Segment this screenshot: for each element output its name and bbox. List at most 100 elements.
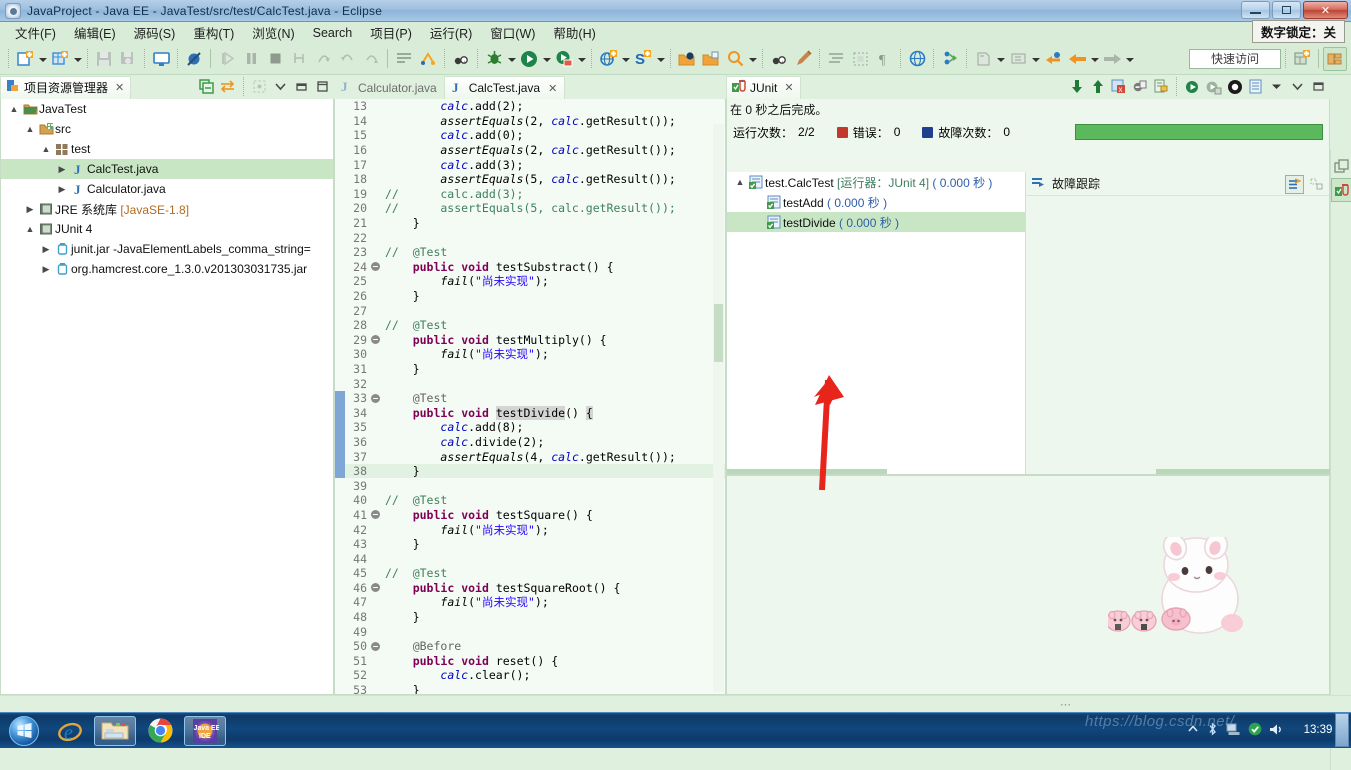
forward-dropdown-icon[interactable] (1124, 48, 1135, 70)
tree-item-src[interactable]: ▲ src (1, 119, 333, 139)
tab-project-explorer[interactable]: 项目资源管理器 ✕ (0, 75, 132, 99)
rerun-test-icon[interactable] (1183, 77, 1202, 96)
web-browser-icon[interactable] (905, 47, 929, 71)
previous-dropdown-icon[interactable] (995, 48, 1006, 70)
code-line[interactable]: 25 fail("尚未实现"); (335, 274, 725, 289)
code-line[interactable]: 45 // @Test (335, 566, 725, 581)
minimize-icon[interactable] (1309, 77, 1328, 96)
code-line[interactable]: 42 fail("尚未实现"); (335, 522, 725, 537)
run-coverage-icon[interactable] (552, 47, 576, 71)
view-menu-icon[interactable] (271, 77, 290, 96)
close-icon[interactable]: ✕ (784, 81, 793, 94)
code-line[interactable]: 48 } (335, 610, 725, 625)
close-icon[interactable]: ✕ (548, 82, 557, 95)
show-ignored-icon[interactable] (1130, 77, 1149, 96)
menu-search[interactable]: Search (304, 24, 362, 42)
fold-collapse-icon[interactable] (369, 393, 381, 403)
new-dropdown-icon[interactable] (37, 48, 48, 70)
tab-calctest-java[interactable]: J CalcTest.java ✕ (443, 76, 566, 99)
collapse-twisty-icon[interactable]: ▲ (7, 104, 21, 114)
view-menu-icon[interactable] (1288, 77, 1307, 96)
tree-item-calctest-java[interactable]: ▶ J CalcTest.java (1, 159, 333, 179)
code-line[interactable]: 38 } (335, 463, 725, 479)
code-line[interactable]: 26 } (335, 289, 725, 304)
close-button[interactable]: ✕ (1303, 1, 1348, 19)
menu-navigate[interactable]: 浏览(N) (243, 21, 303, 44)
search-dropdown-icon[interactable] (747, 48, 758, 70)
collapse-twisty-icon[interactable]: ▲ (39, 144, 53, 154)
show-failures-only-icon[interactable]: x (1109, 77, 1128, 96)
open-type-icon[interactable] (675, 47, 699, 71)
minimize-icon[interactable] (292, 77, 311, 96)
edit-icon[interactable] (791, 47, 815, 71)
open-perspective-icon[interactable] (938, 47, 962, 71)
code-line[interactable]: 22 (335, 230, 725, 245)
menu-refactor[interactable]: 重构(T) (184, 21, 243, 44)
link-with-editor-icon[interactable] (218, 77, 237, 96)
compare-result-icon[interactable] (1307, 175, 1326, 194)
collapse-twisty-icon[interactable]: ▲ (23, 124, 37, 134)
tree-item-calculator-java[interactable]: ▶ J Calculator.java (1, 179, 333, 199)
fold-collapse-icon[interactable] (369, 335, 381, 345)
new-server-dropdown-icon[interactable] (655, 48, 666, 70)
start-button[interactable] (2, 715, 46, 747)
menu-source[interactable]: 源码(S) (125, 21, 185, 44)
code-line[interactable]: 21 } (335, 216, 725, 231)
show-desktop-button[interactable] (1335, 713, 1349, 747)
next-failure-icon[interactable] (1067, 77, 1086, 96)
code-line[interactable]: 15 calc.add(0); (335, 128, 725, 143)
previous-failure-icon[interactable] (1088, 77, 1107, 96)
menu-project[interactable]: 项目(P) (361, 21, 421, 44)
taskbar-ie[interactable]: e (49, 716, 91, 746)
code-line[interactable]: 18 assertEquals(5, calc.getResult()); (335, 172, 725, 187)
open-task-icon[interactable] (699, 47, 723, 71)
code-line[interactable]: 16 assertEquals(2, calc.getResult()); (335, 143, 725, 158)
rerun-failed-icon[interactable] (1204, 77, 1223, 96)
junit-tree-hscrollbar[interactable] (727, 469, 887, 474)
tree-item-org-hamcrest-core-1-3-0-v201303031735-jar[interactable]: ▶ org.hamcrest.core_1.3.0.v201303031735.j… (1, 259, 333, 279)
fold-collapse-icon[interactable] (369, 583, 381, 593)
source-editor[interactable]: 13 calc.add(2); 14 assertEquals(2, calc.g… (334, 99, 726, 695)
debug-dropdown-icon[interactable] (506, 48, 517, 70)
code-line[interactable]: 47 fail("尚未实现"); (335, 595, 725, 610)
history-dropdown-icon[interactable] (1267, 77, 1286, 96)
open-console-icon[interactable] (149, 47, 173, 71)
code-line[interactable]: 44 (335, 551, 725, 566)
fold-collapse-icon[interactable] (369, 641, 381, 651)
quick-access-field[interactable]: 快速访问 (1189, 48, 1281, 69)
menu-window[interactable]: 窗口(W) (481, 21, 544, 44)
debug-last-icon[interactable] (767, 47, 791, 71)
project-tree[interactable]: ▲ JavaTest ▲ src ▲ test ▶ J CalcTest.java ▶ J Calcu… (0, 99, 334, 695)
code-line[interactable]: 53 } (335, 683, 725, 694)
junit-tree-item[interactable]: testDivide ( 0.000 秒 ) (727, 212, 1025, 232)
collapse-twisty-icon[interactable]: ▲ (733, 177, 747, 187)
editor-vertical-scrollbar[interactable] (713, 124, 724, 692)
code-line[interactable]: 50 @Before (335, 639, 725, 654)
expand-twisty-icon[interactable]: ▶ (39, 264, 53, 275)
expand-twisty-icon[interactable]: ▶ (55, 184, 69, 195)
junit-test-tree[interactable]: ▲ test.CalcTest [运行器：JUnit 4] ( 0.000 秒 )… (727, 172, 1026, 474)
code-line[interactable]: 40 // @Test (335, 493, 725, 508)
back-dropdown-icon[interactable] (1089, 48, 1100, 70)
back-arrow-icon[interactable] (1065, 47, 1089, 71)
next-dropdown-icon[interactable] (1030, 48, 1041, 70)
tab-calculator-java[interactable]: J Calculator.java (334, 76, 444, 99)
toggle-wordwrap-icon[interactable] (392, 47, 416, 71)
stop-icon[interactable] (1225, 77, 1244, 96)
tree-item-junit-jar-javaelementlabels-comma-string[interactable]: ▶ junit.jar -JavaElementLabels_comma_stri… (1, 239, 333, 259)
volume-icon[interactable] (1269, 723, 1284, 739)
junit-trace-hscrollbar[interactable] (1156, 469, 1351, 474)
new-java-ee-icon[interactable] (596, 47, 620, 71)
new-java-ee-dropdown-icon[interactable] (620, 48, 631, 70)
run-icon[interactable] (517, 47, 541, 71)
code-line[interactable]: 39 (335, 478, 725, 493)
tab-junit[interactable]: JUnit ✕ (726, 75, 801, 99)
code-line[interactable]: 28 // @Test (335, 318, 725, 333)
code-line[interactable]: 17 calc.add(3); (335, 157, 725, 172)
new-wizard-icon[interactable] (13, 47, 37, 71)
code-line[interactable]: 46 public void testSquareRoot() { (335, 581, 725, 596)
code-line[interactable]: 43 } (335, 537, 725, 552)
scrollbar-thumb[interactable] (714, 304, 723, 362)
enable-filters-icon[interactable] (1285, 175, 1304, 194)
code-line[interactable]: 29 public void testMultiply() { (335, 333, 725, 348)
